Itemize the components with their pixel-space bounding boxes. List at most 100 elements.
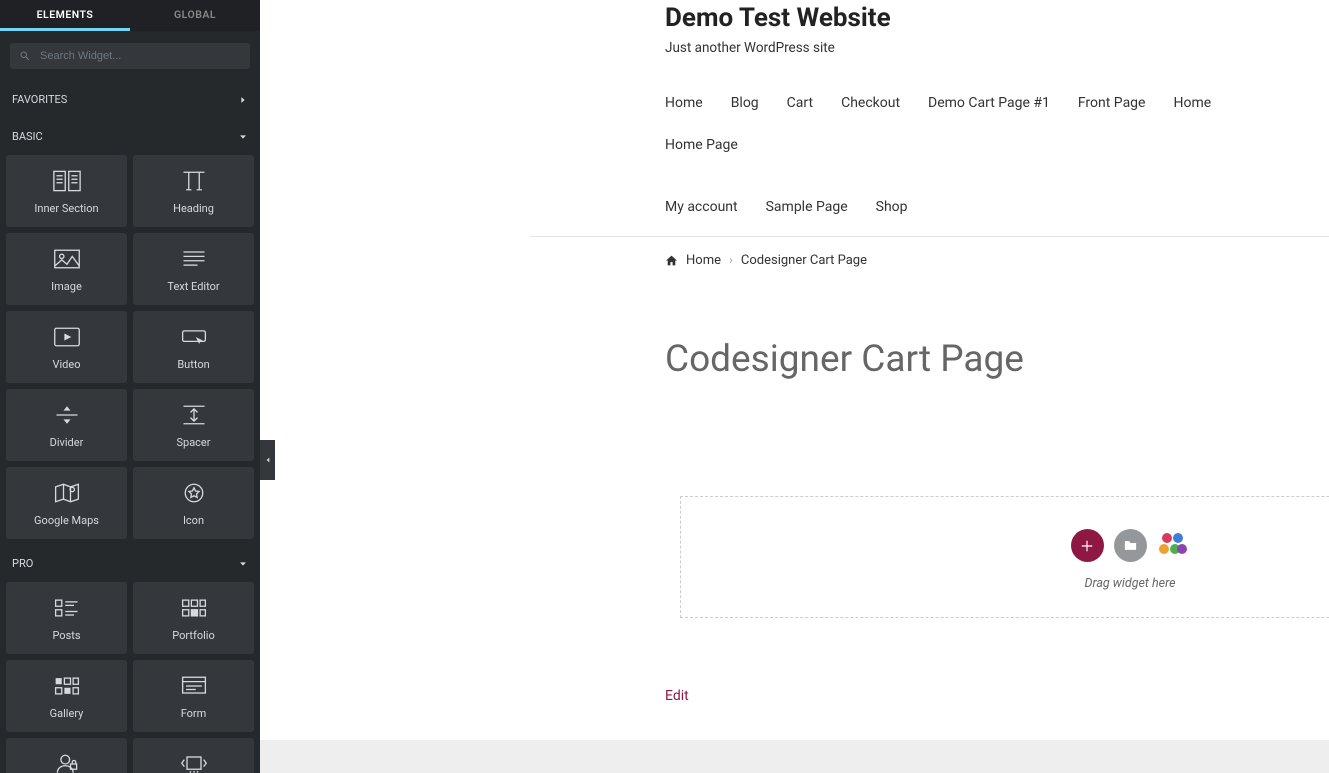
search-box: [10, 43, 250, 69]
search-input[interactable]: [10, 43, 250, 69]
section-label: FAVORITES: [12, 93, 67, 106]
template-library-button[interactable]: [1114, 529, 1147, 562]
palette-icon: [1159, 533, 1187, 559]
heading-icon: [180, 169, 208, 193]
search-icon: [19, 50, 31, 62]
gallery-icon: [53, 674, 81, 698]
nav-row1: Home Blog Cart Checkout Demo Cart Page #…: [665, 96, 1329, 152]
star-circle-icon: [180, 481, 208, 505]
nav-item-home-page[interactable]: Home Page: [665, 138, 738, 152]
columns-icon: [53, 169, 81, 193]
widget-form[interactable]: Form: [133, 660, 254, 732]
widget-text-editor[interactable]: Text Editor: [133, 233, 254, 305]
chevron-down-icon: [238, 559, 248, 569]
widget-label: Portfolio: [172, 629, 214, 642]
nav-item-front-page[interactable]: Front Page: [1078, 96, 1146, 110]
image-icon: [53, 247, 81, 271]
button-icon: [180, 325, 208, 349]
nav-item-demo-cart[interactable]: Demo Cart Page #1: [928, 96, 1050, 110]
video-icon: [53, 325, 81, 349]
site-header: Demo Test Website Just another WordPress…: [260, 0, 1329, 236]
breadcrumb-current: Codesigner Cart Page: [741, 253, 867, 268]
nav-item-shop[interactable]: Shop: [876, 200, 908, 214]
widget-posts[interactable]: Posts: [6, 582, 127, 654]
sidebar-tabs: ELEMENTS GLOBAL: [0, 0, 260, 31]
text-editor-icon: [180, 247, 208, 271]
widget-login[interactable]: Login: [6, 738, 127, 773]
breadcrumb-home[interactable]: Home: [686, 253, 721, 268]
nav-item-home2[interactable]: Home: [1173, 96, 1211, 110]
section-label: BASIC: [12, 130, 43, 143]
add-section-button[interactable]: [1071, 529, 1104, 562]
nav-item-home[interactable]: Home: [665, 96, 703, 110]
preview-canvas: Demo Test Website Just another WordPress…: [260, 0, 1329, 773]
home-icon: [665, 254, 678, 267]
nav-item-checkout[interactable]: Checkout: [841, 96, 900, 110]
tab-global[interactable]: GLOBAL: [130, 0, 260, 31]
breadcrumb: Home › Codesigner Cart Page: [260, 237, 1329, 268]
widget-button[interactable]: Button: [133, 311, 254, 383]
widget-label: Text Editor: [167, 280, 219, 293]
search-wrap: [0, 31, 260, 81]
drop-zone[interactable]: Drag widget here: [680, 496, 1329, 618]
section-favorites[interactable]: FAVORITES: [0, 81, 260, 118]
drop-zone-buttons: [1071, 529, 1190, 562]
posts-icon: [53, 596, 81, 620]
nav-item-cart[interactable]: Cart: [787, 96, 813, 110]
login-icon: [53, 752, 81, 773]
folder-icon: [1123, 538, 1138, 553]
chevron-down-icon: [238, 132, 248, 142]
portfolio-icon: [180, 596, 208, 620]
widget-portfolio[interactable]: Portfolio: [133, 582, 254, 654]
plus-icon: [1080, 539, 1094, 553]
global-styles-button[interactable]: [1157, 529, 1190, 562]
widget-inner-section[interactable]: Inner Section: [6, 155, 127, 227]
widget-label: Inner Section: [34, 202, 98, 215]
basic-widget-grid: Inner Section Heading Image Text Editor …: [0, 155, 260, 545]
spacer-icon: [180, 403, 208, 427]
pro-widget-grid: Posts Portfolio Gallery Form Login Slide…: [0, 582, 260, 773]
widget-label: Video: [53, 358, 81, 371]
widget-label: Form: [181, 707, 207, 720]
widget-slides[interactable]: Slides: [133, 738, 254, 773]
widget-google-maps[interactable]: Google Maps: [6, 467, 127, 539]
section-basic[interactable]: BASIC: [0, 118, 260, 155]
form-icon: [180, 674, 208, 698]
divider-icon: [53, 403, 81, 427]
nav-item-blog[interactable]: Blog: [731, 96, 759, 110]
slides-icon: [180, 752, 208, 773]
site-title[interactable]: Demo Test Website: [665, 3, 1329, 33]
edit-link[interactable]: Edit: [665, 688, 1329, 704]
widget-label: Spacer: [176, 436, 210, 449]
site-tagline: Just another WordPress site: [665, 40, 1329, 56]
section-label: PRO: [12, 557, 33, 570]
widget-label: Icon: [183, 514, 204, 527]
widget-label: Divider: [50, 436, 84, 449]
widget-label: Button: [177, 358, 209, 371]
nav-item-my-account[interactable]: My account: [665, 200, 738, 214]
map-icon: [53, 481, 81, 505]
nav-row2: My account Sample Page Shop: [665, 200, 1329, 214]
widget-label: Heading: [173, 202, 214, 215]
widget-spacer[interactable]: Spacer: [133, 389, 254, 461]
widget-label: Image: [51, 280, 82, 293]
section-pro[interactable]: PRO: [0, 545, 260, 582]
widget-label: Posts: [52, 629, 80, 642]
widget-heading[interactable]: Heading: [133, 155, 254, 227]
page-title: Codesigner Cart Page: [665, 338, 1329, 381]
breadcrumb-separator: ›: [729, 253, 733, 268]
widget-divider[interactable]: Divider: [6, 389, 127, 461]
nav-item-sample-page[interactable]: Sample Page: [766, 200, 848, 214]
footer-area: [260, 740, 1329, 773]
widget-label: Gallery: [50, 707, 84, 720]
widget-label: Google Maps: [34, 514, 99, 527]
widget-video[interactable]: Video: [6, 311, 127, 383]
drop-zone-text: Drag widget here: [1085, 576, 1176, 591]
collapse-sidebar-handle[interactable]: [260, 440, 275, 480]
tab-elements[interactable]: ELEMENTS: [0, 0, 130, 31]
chevron-left-icon: [264, 454, 272, 466]
widget-image[interactable]: Image: [6, 233, 127, 305]
widget-gallery[interactable]: Gallery: [6, 660, 127, 732]
elementor-sidebar: ELEMENTS GLOBAL FAVORITES BASIC Inner Se…: [0, 0, 260, 773]
widget-icon[interactable]: Icon: [133, 467, 254, 539]
